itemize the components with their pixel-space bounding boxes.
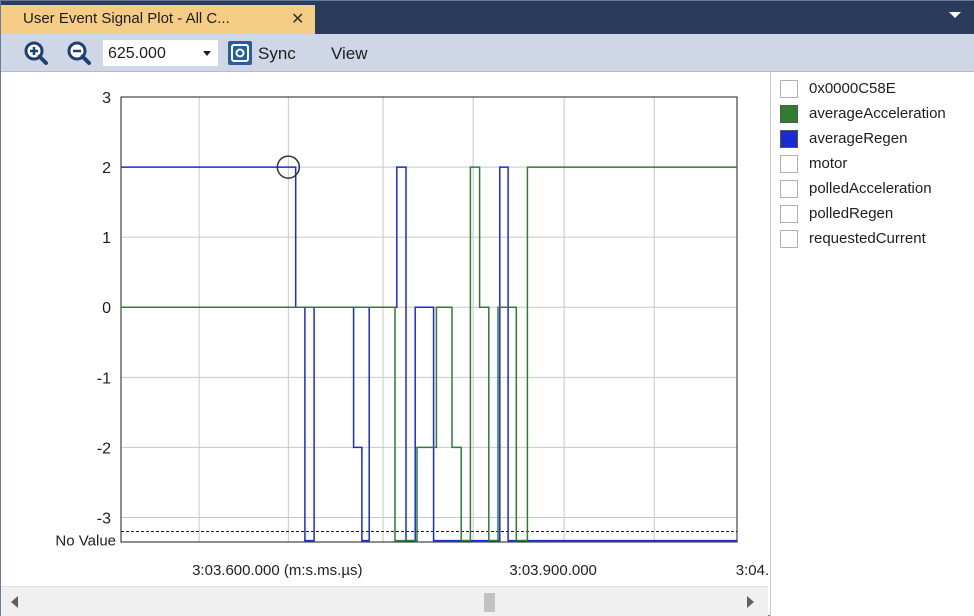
x-tick-label: 3:03.900.000 [509,562,597,579]
plot-frame [120,96,738,543]
signal-plot-window: User Event Signal Plot - All C... ✕ 625.… [0,0,974,616]
legend-swatch[interactable] [780,155,798,173]
legend-label: averageRegen [809,130,908,147]
zoom-level-value: 625.000 [108,45,166,62]
chart-grid [120,96,738,543]
x-tick-label: 3:04.100 [736,562,768,579]
y-tick-label: 3 [102,90,111,107]
scroll-right-arrow-icon[interactable] [747,596,754,608]
y-tick-label: -2 [97,440,111,457]
no-value-label: No Value [55,533,116,550]
chart-series [121,166,737,542]
sync-button[interactable]: Sync [258,44,296,64]
chevron-down-icon[interactable] [949,12,961,18]
series-line-averageRegen [121,166,737,542]
signal-legend: 0x0000C58E averageAcceleration averageRege… [770,72,974,616]
legend-swatch[interactable] [780,205,798,223]
legend-label: polledAcceleration [809,180,932,197]
legend-label: motor [809,155,848,172]
legend-swatch[interactable] [780,230,798,248]
x-tick-label: 3:03.600.000 (m:s.ms.µs) [192,562,362,579]
y-axis: 3 2 1 0 -1 -2 -3 No Value [55,90,116,550]
signal-chart[interactable]: 3 2 1 0 -1 -2 -3 No Value 3:03.600.000 (m:s.ms.… [1,72,794,586]
legend-label: averageAcceleration [809,105,946,122]
series-line-averageAcceleration [121,166,737,542]
close-icon[interactable]: ✕ [291,9,304,29]
scroll-left-arrow-icon[interactable] [11,596,18,608]
plot-area[interactable]: 3 2 1 0 -1 -2 -3 No Value 3:03.600.000 (m:s.ms.… [1,72,794,616]
tab-user-event-signal-plot[interactable]: User Event Signal Plot - All C... ✕ [1,5,315,34]
y-tick-label: 1 [102,230,111,247]
y-tick-label: 2 [102,160,111,177]
zoom-out-icon[interactable] [66,40,92,66]
view-menu-button[interactable]: View [331,44,368,64]
legend-swatch[interactable] [780,80,798,98]
zoom-in-icon[interactable] [23,40,49,66]
zoom-level-combobox[interactable]: 625.000 [102,39,219,67]
y-tick-label: 0 [102,300,111,317]
x-axis: 3:03.600.000 (m:s.ms.µs) 3:03.900.000 3:04… [192,562,794,579]
y-tick-label: -3 [97,510,111,527]
chevron-down-icon[interactable] [203,51,211,56]
y-tick-label: -1 [97,370,111,387]
legend-swatch[interactable] [780,105,798,123]
legend-swatch[interactable] [780,130,798,148]
legend-label: 0x0000C58E [809,80,896,97]
plot-toolbar: 625.000 Sync View [1,34,974,72]
legend-swatch[interactable] [780,180,798,198]
scrollbar-thumb[interactable] [484,593,495,612]
sync-icon[interactable] [228,41,252,65]
document-tab-bar: User Event Signal Plot - All C... ✕ [1,1,974,34]
tab-title: User Event Signal Plot - All C... [23,10,230,27]
horizontal-scrollbar[interactable] [1,586,768,616]
legend-label: requestedCurrent [809,230,926,247]
legend-label: polledRegen [809,205,894,222]
